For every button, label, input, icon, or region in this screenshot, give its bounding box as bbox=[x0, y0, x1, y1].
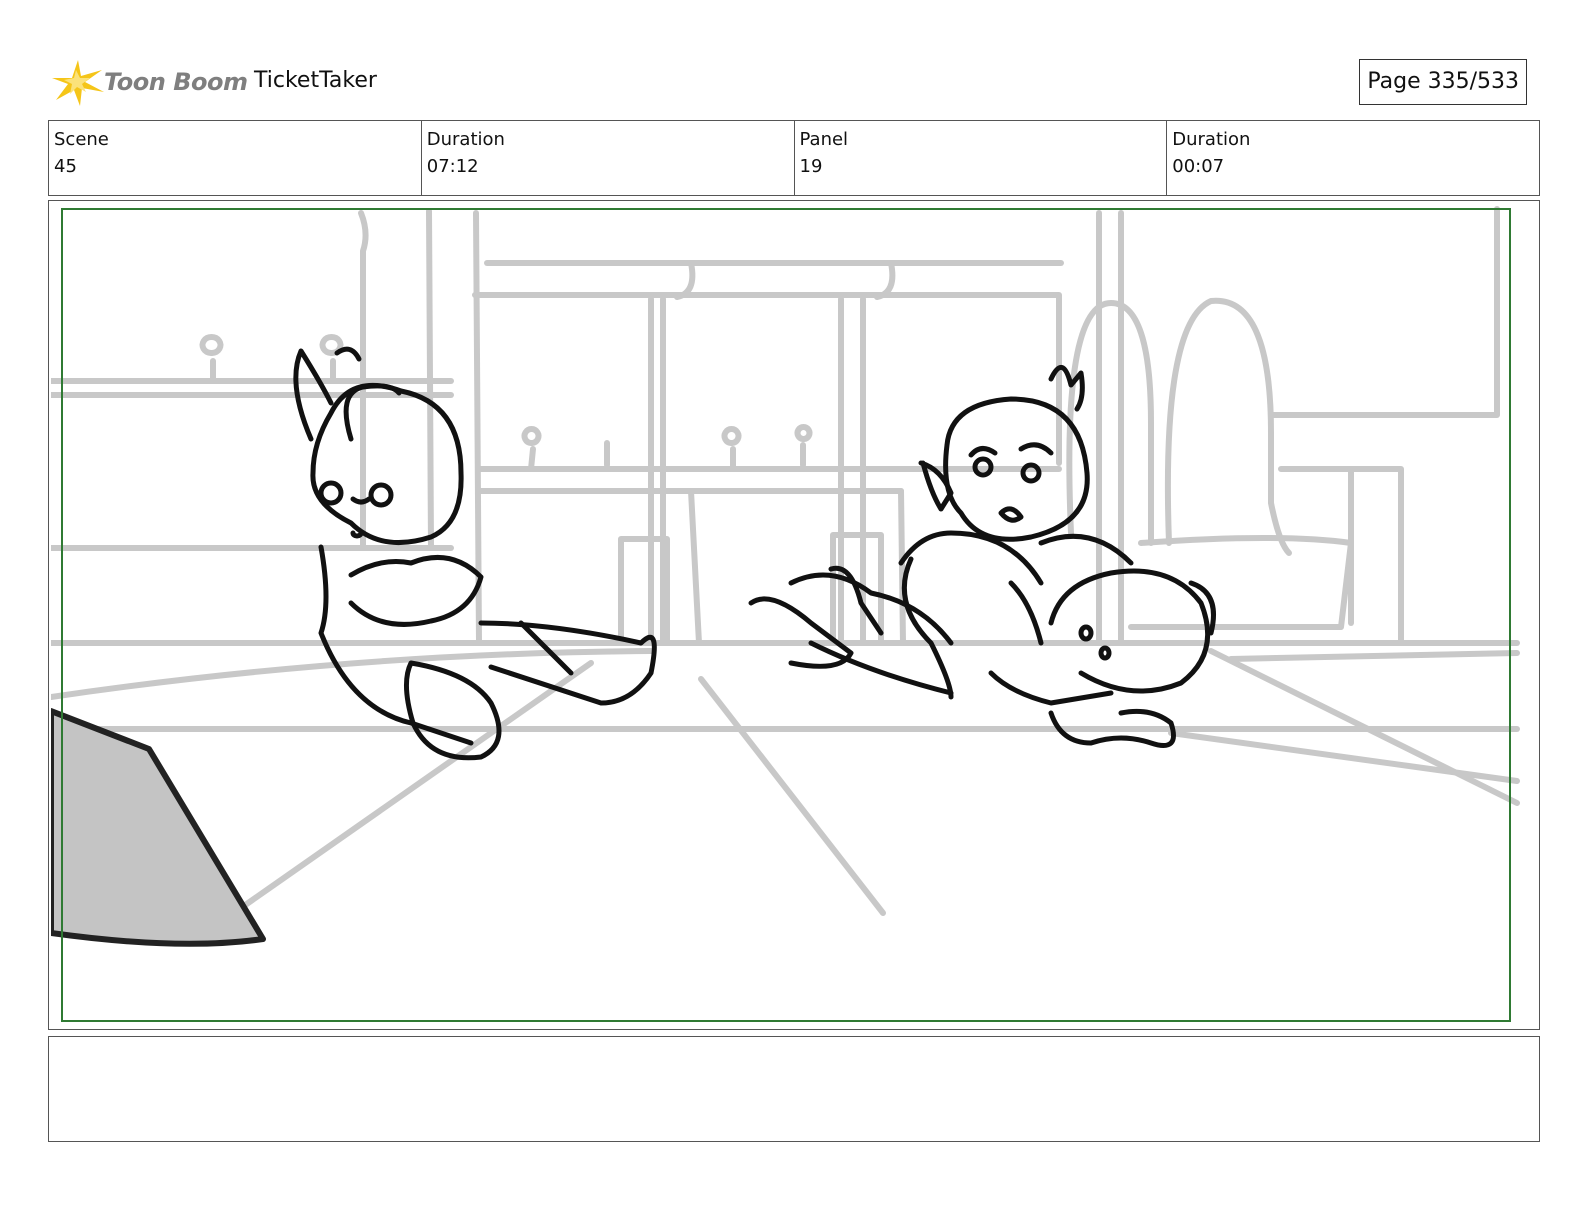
panel-duration-label: Duration bbox=[1172, 129, 1251, 150]
scene-duration-value: 07:12 bbox=[426, 156, 479, 177]
panel-info-table: Scene 45 Duration 07:12 Panel 19 Duratio… bbox=[48, 120, 1540, 196]
scene-duration-label: Duration bbox=[426, 129, 505, 150]
panel-cell: Panel 19 bbox=[795, 121, 1168, 195]
logo-wordmark: Toon Boom bbox=[104, 68, 248, 96]
page-indicator: Page 335/533 bbox=[1359, 59, 1527, 105]
camera-safe-frame bbox=[61, 208, 1511, 1022]
project-name: TicketTaker bbox=[254, 68, 377, 93]
star-burst-icon bbox=[52, 60, 104, 106]
scene-label: Scene bbox=[54, 129, 109, 150]
panel-label: Panel bbox=[799, 129, 849, 150]
toon-boom-logo: Toon Boom bbox=[50, 56, 248, 108]
panel-notes-box bbox=[48, 1036, 1540, 1142]
panel-value: 19 bbox=[799, 156, 823, 177]
panel-duration-value: 00:07 bbox=[1172, 156, 1225, 177]
scene-cell: Scene 45 bbox=[49, 121, 422, 195]
storyboard-header: Toon Boom TicketTaker Page 335/533 bbox=[50, 52, 1540, 110]
scene-value: 45 bbox=[54, 156, 77, 177]
panel-image-frame bbox=[48, 200, 1540, 1030]
panel-duration-cell: Duration 00:07 bbox=[1167, 121, 1539, 195]
scene-duration-cell: Duration 07:12 bbox=[422, 121, 795, 195]
